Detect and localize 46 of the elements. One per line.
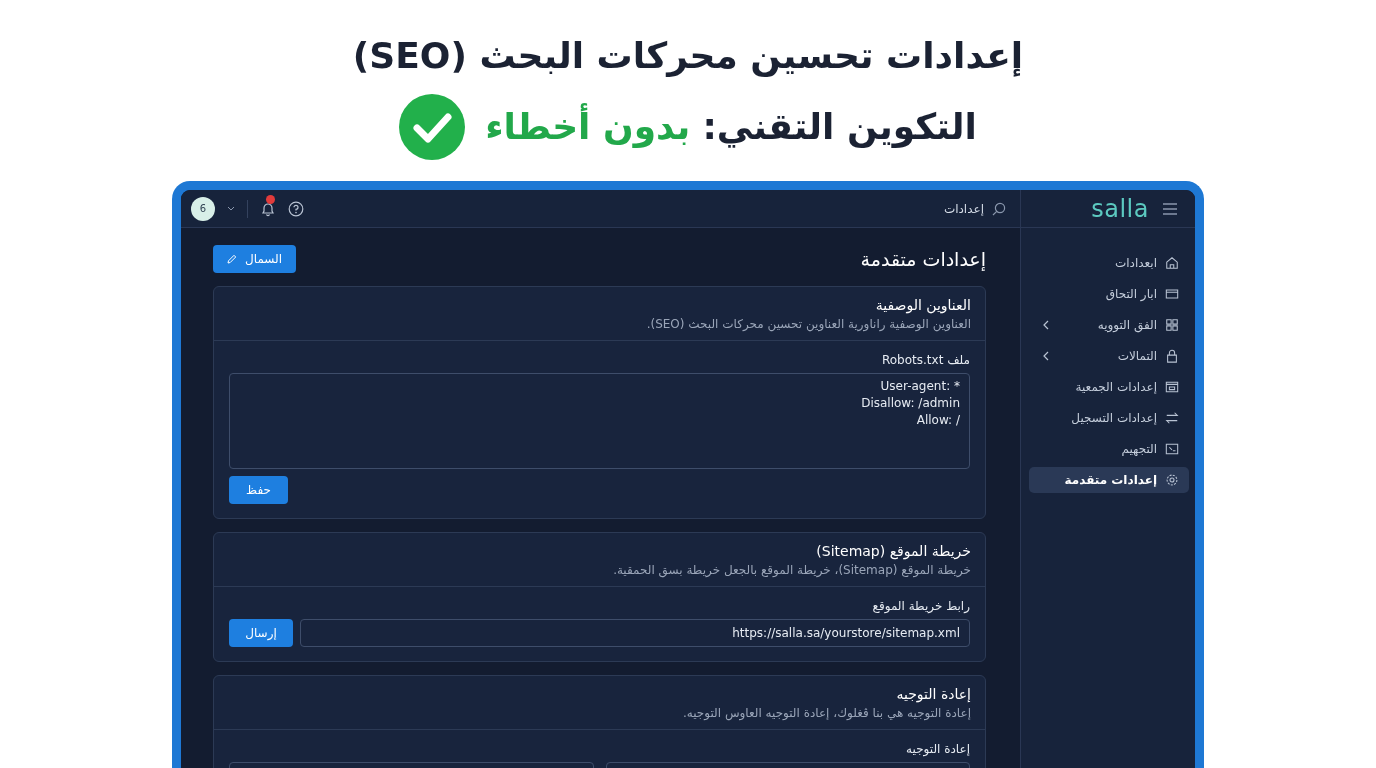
subtitle-label: التكوين التقني: xyxy=(702,105,977,150)
sidebar-icon xyxy=(1165,349,1179,363)
edit-button[interactable]: السمال xyxy=(213,245,296,273)
card-description: خريطة الموقع (Sitemap)، خريطة الموقع بالجعل خريطة بسق الحمقية. xyxy=(612,562,971,579)
sidebar-item[interactable]: الفق التوويه xyxy=(1029,312,1189,338)
field-label: إعادة التوجيه xyxy=(905,742,970,756)
avatar[interactable]: 6 xyxy=(191,196,215,221)
card-title: خريطة الموقع (Sitemap) xyxy=(815,542,971,561)
page-title: إعدادات متقدمة xyxy=(860,248,986,270)
sidebar-icon xyxy=(1165,442,1179,456)
chevron-icon xyxy=(1043,351,1049,361)
status-text: بدون أخطاء xyxy=(485,97,691,157)
page-heading: إعدادات تحسين محركات البحث (SEO) xyxy=(352,34,1024,79)
sidebar-item[interactable]: إعدادات التسجيل xyxy=(1029,405,1189,431)
field-label: رابط خريطة الموقع xyxy=(871,599,970,613)
card-description: إعادة التوجيه هي بنا ڤغلوك، إعادة التوجيه العاوس التوجيه. xyxy=(681,705,971,722)
sidebar-item[interactable]: التمالات xyxy=(1029,343,1189,369)
chevron-icon xyxy=(1043,320,1049,330)
card-title: إعادة التوجيه xyxy=(895,685,971,704)
url-field[interactable]: https://salla.sa/yourstore/sitemap.xml xyxy=(300,619,970,647)
sidebar-item[interactable]: إعدادات متقدمة xyxy=(1029,467,1189,493)
sidebar-icon xyxy=(1165,411,1179,425)
send-button[interactable]: إرسال xyxy=(229,619,293,647)
check-circle-icon xyxy=(399,94,466,160)
sidebar-item[interactable]: ابعدادات xyxy=(1029,250,1189,276)
sidebar-item[interactable]: ابار التحاق xyxy=(1029,281,1189,307)
robots-textarea[interactable]: User-agent: * Disallow: /admin Allow: / xyxy=(229,373,970,469)
field-label: ملف Robots.txt xyxy=(880,353,970,367)
search-icon xyxy=(992,201,1006,216)
sidebar-icon xyxy=(1165,287,1179,301)
card-title: العناوين الوصفية xyxy=(874,296,971,315)
help-icon[interactable] xyxy=(288,200,304,217)
notification-dot xyxy=(266,194,275,204)
sidebar-item[interactable]: التجهيم xyxy=(1029,436,1189,462)
sidebar-item[interactable]: إعدادات الجمعية xyxy=(1029,374,1189,400)
card-description: العناوين الوصفية راناورية العناوين تحسين محركات البحث (SEO). xyxy=(645,316,971,333)
search-field[interactable]: إعدادات xyxy=(943,201,1006,216)
sidebar-icon xyxy=(1165,380,1179,394)
save-button[interactable]: حفظ xyxy=(229,476,288,504)
sidebar-icon xyxy=(1165,473,1179,487)
sidebar-icon xyxy=(1165,256,1179,270)
logo[interactable]: salla xyxy=(1091,194,1149,223)
pencil-icon xyxy=(227,254,237,264)
sidebar-icon xyxy=(1165,318,1179,332)
menu-icon[interactable] xyxy=(1163,202,1177,215)
chevron-down-icon[interactable] xyxy=(227,206,235,211)
